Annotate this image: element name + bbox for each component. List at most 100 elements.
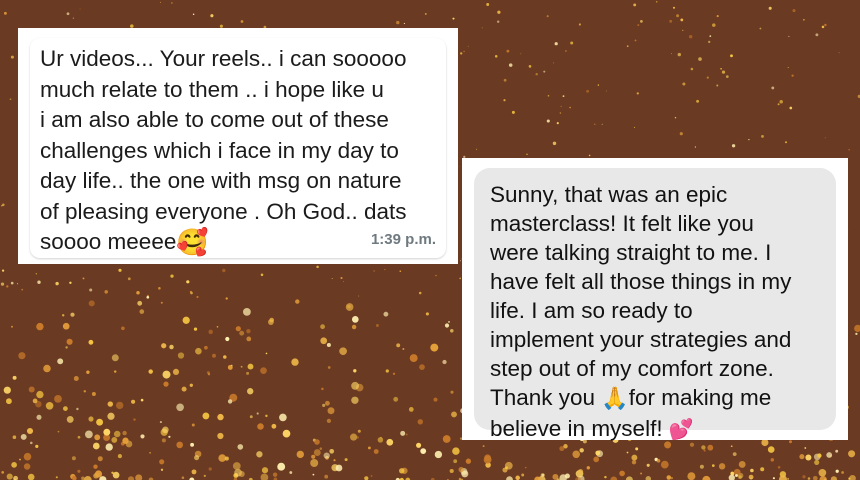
glitter-dot: [232, 462, 241, 470]
glitter-dot: [777, 466, 781, 469]
glitter-dot: [238, 471, 245, 477]
glitter-dot: [633, 126, 636, 128]
glitter-dot: [425, 312, 429, 316]
glitter-dot: [160, 468, 164, 471]
glitter-dot: [161, 343, 167, 349]
glitter-dot: [631, 460, 637, 465]
glitter-dot: [111, 436, 118, 443]
glitter-dot: [140, 434, 145, 439]
glitter-dot: [191, 423, 195, 427]
glitter-dot: [327, 366, 331, 369]
glitter-dot: [83, 390, 87, 393]
glitter-dot: [547, 94, 550, 97]
glitter-dot: [81, 476, 85, 480]
glitter-dot: [246, 329, 251, 334]
glitter-dot: [314, 439, 320, 445]
glitter-dot: [721, 70, 726, 74]
glitter-dot: [656, 458, 661, 463]
glitter-dot: [235, 326, 241, 332]
glitter-dot: [453, 459, 458, 464]
glitter-dot: [515, 475, 520, 480]
glitter-dot: [676, 14, 680, 18]
glitter-dot: [193, 327, 198, 331]
glitter-dot: [256, 451, 263, 458]
glitter-dot: [646, 463, 650, 467]
glitter-dot: [377, 437, 384, 443]
glitter-dot: [107, 412, 115, 420]
glitter-dot: [339, 347, 347, 356]
glitter-dot: [36, 322, 44, 331]
glitter-dot: [535, 72, 538, 76]
glitter-dot: [375, 324, 379, 327]
glitter-dot: [626, 45, 629, 48]
glitter-dot: [21, 288, 24, 291]
glitter-dot: [43, 364, 51, 373]
glitter-dot: [528, 65, 532, 68]
glitter-dot: [383, 311, 389, 317]
glitter-dot: [559, 112, 562, 114]
glitter-dot: [688, 34, 693, 39]
glitter-dot: [160, 1, 161, 3]
glitter-dot: [181, 476, 185, 480]
glitter-dot: [709, 35, 712, 37]
glitter-dot: [619, 470, 625, 477]
glitter-dot: [738, 460, 746, 468]
glitter-dot: [701, 445, 706, 450]
glitter-dot: [203, 474, 206, 478]
glitter-dot: [707, 444, 714, 451]
glitter-dot: [192, 13, 195, 15]
glitter-dot: [416, 442, 422, 448]
glitter-dot: [208, 329, 213, 335]
glitter-dot: [562, 95, 565, 97]
glitter-dot: [260, 473, 269, 480]
glitter-dot: [511, 110, 515, 114]
glitter-dot: [595, 450, 601, 456]
glitter-dot: [586, 466, 590, 470]
glitter-dot: [103, 428, 111, 436]
glitter-dot: [824, 23, 827, 27]
glitter-dot: [9, 98, 12, 101]
glitter-dot: [430, 343, 439, 352]
glitter-dot: [62, 322, 70, 330]
glitter-dot: [140, 398, 144, 402]
glitter-dot: [393, 396, 399, 402]
glitter-dot: [593, 456, 600, 463]
glitter-dot: [386, 438, 394, 446]
glitter-dot: [635, 447, 639, 451]
glitter-dot: [403, 22, 405, 25]
glitter-dot: [104, 290, 108, 294]
right-screenshot-card: Sunny, that was an epic masterclass! It …: [462, 158, 848, 441]
glitter-dot: [779, 99, 783, 104]
glitter-dot: [358, 295, 360, 297]
glitter-dot: [240, 20, 244, 23]
glitter-dot: [319, 447, 323, 450]
glitter-dot: [113, 370, 117, 373]
glitter-dot: [182, 316, 190, 324]
glitter-dot: [6, 285, 9, 288]
glitter-dot: [222, 268, 226, 273]
glitter-dot: [77, 435, 81, 439]
glitter-dot: [787, 66, 789, 69]
glitter-dot: [460, 52, 463, 55]
glitter-dot: [11, 462, 17, 468]
glitter-dot: [452, 17, 455, 20]
glitter-dot: [708, 40, 711, 44]
glitter-dot: [171, 2, 173, 4]
glitter-dot: [139, 309, 145, 314]
glitter-dot: [295, 299, 300, 304]
glitter-dot: [792, 9, 796, 13]
glitter-dot: [320, 337, 328, 345]
glitter-dot: [508, 63, 513, 67]
glitter-dot: [45, 401, 54, 410]
glitter-dot: [572, 450, 580, 459]
glitter-dot: [444, 323, 450, 328]
glitter-dot: [497, 10, 501, 14]
incoming-message-bubble: Ur videos... Your reels.. i can sooooo m…: [30, 38, 446, 258]
glitter-dot: [655, 0, 658, 3]
glitter-dot: [433, 397, 438, 402]
glitter-dot: [351, 324, 357, 330]
glitter-dot: [239, 330, 245, 336]
glitter-dot: [626, 451, 629, 454]
glitter-dot: [137, 300, 143, 306]
glitter-dot: [296, 450, 304, 459]
